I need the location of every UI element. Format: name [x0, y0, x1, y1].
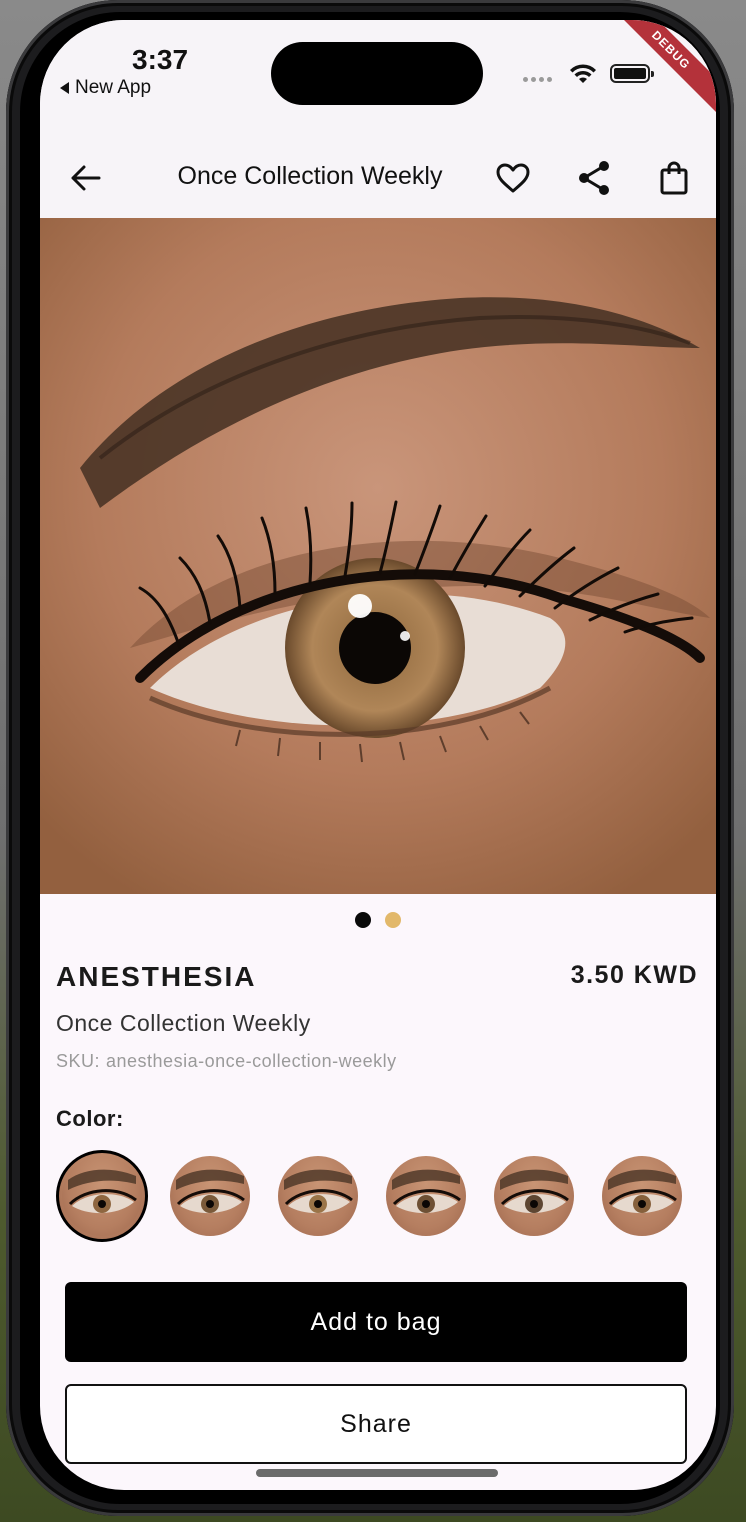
share-icon-button[interactable]	[571, 155, 617, 201]
heart-icon	[496, 163, 530, 193]
app-screen: 3:37 New App DEBUG Once Collection Weekl…	[40, 20, 716, 1490]
status-bar: 3:37 New App DEBUG	[40, 20, 716, 140]
color-swatch-6[interactable]	[602, 1156, 682, 1236]
pager-dot-active[interactable]	[355, 912, 371, 928]
back-to-app-label: New App	[75, 77, 152, 98]
status-time: 3:37	[132, 44, 189, 75]
color-swatch-4[interactable]	[386, 1156, 466, 1236]
swatch-eye-image	[392, 1169, 461, 1214]
back-triangle-icon	[60, 82, 69, 94]
cellular-signal-icon	[523, 77, 552, 82]
color-swatch-3[interactable]	[278, 1156, 358, 1236]
swatch-eye-image	[500, 1169, 569, 1214]
phone-frame: 3:37 New App DEBUG Once Collection Weekl…	[6, 0, 734, 1516]
back-arrow-icon	[71, 165, 101, 191]
color-swatch-list	[56, 1150, 702, 1246]
product-collection: Once Collection Weekly	[56, 1010, 311, 1036]
sku-label: SKU:	[56, 1051, 101, 1071]
dynamic-island	[271, 42, 483, 105]
color-swatch-5[interactable]	[494, 1156, 574, 1236]
share-button[interactable]: Share	[65, 1384, 687, 1464]
bag-button[interactable]	[651, 155, 697, 201]
wifi-icon	[570, 64, 596, 83]
sku-value: anesthesia-once-collection-weekly	[106, 1051, 397, 1071]
swatch-eye-image	[176, 1169, 245, 1214]
back-button[interactable]	[63, 155, 109, 201]
product-image[interactable]	[40, 218, 716, 894]
image-pager-dots	[40, 912, 716, 928]
page-title: Once Collection Weekly	[177, 162, 443, 190]
swatch-eye-image	[284, 1169, 353, 1214]
home-indicator[interactable]	[256, 1469, 498, 1477]
shopping-bag-icon	[660, 161, 688, 195]
share-icon	[579, 161, 609, 195]
app-bar: Once Collection Weekly	[40, 140, 716, 218]
product-name: ANESTHESIA	[56, 961, 257, 992]
product-price: 3.50 KWD	[570, 961, 698, 989]
color-swatch-2[interactable]	[170, 1156, 250, 1236]
color-label: Color:	[56, 1106, 124, 1131]
swatch-eye-image	[68, 1169, 137, 1214]
battery-icon	[610, 64, 654, 83]
product-sku: SKU: anesthesia-once-collection-weekly	[56, 1051, 397, 1072]
eye-lens-photo	[40, 218, 716, 894]
add-to-bag-button[interactable]: Add to bag	[65, 1282, 687, 1362]
swatch-eye-image	[608, 1169, 677, 1214]
color-swatch-1[interactable]	[62, 1156, 142, 1236]
pager-dot-inactive[interactable]	[385, 912, 401, 928]
back-to-app-link[interactable]: New App	[60, 77, 151, 99]
favorite-button[interactable]	[490, 155, 536, 201]
